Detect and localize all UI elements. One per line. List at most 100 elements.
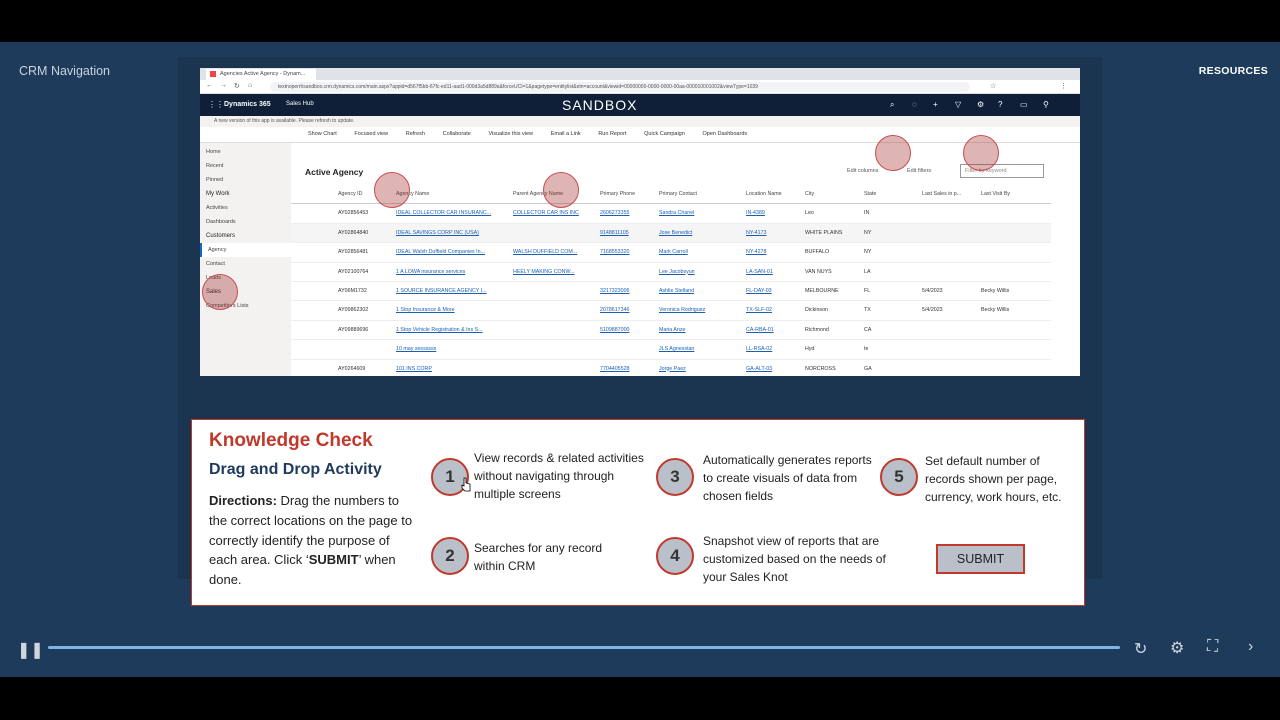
search-icon: ⌕ xyxy=(890,100,895,109)
submit-button[interactable]: SUBMIT xyxy=(936,544,1025,574)
table-cell: 7168553320 xyxy=(600,249,630,256)
dropzone-settings[interactable] xyxy=(963,135,999,171)
grid-column-header: Last Sales in p... xyxy=(922,191,962,197)
reload-icon: ↻ xyxy=(234,83,240,90)
update-notice-text: A new version of this app is available. … xyxy=(214,118,355,124)
table-cell: LL-RSA-02 xyxy=(746,346,773,353)
course-title: CRM Navigation xyxy=(19,64,111,78)
cmd-refresh: Refresh xyxy=(405,131,425,137)
settings-icon[interactable]: ⚙ xyxy=(1170,638,1184,658)
table-cell: AY09889696 xyxy=(338,326,369,333)
table-cell: 1 SOURCE INSURANCE AGENCY I... xyxy=(396,287,487,294)
grid-column-header: City xyxy=(805,191,815,197)
table-cell: FL-DAY-03 xyxy=(746,287,772,294)
table-row: AY0264609 101 INS CORP 7704405528 Jorge Pae… xyxy=(291,360,1051,376)
browser-tab-title: Agencies Active Agency - Dynam... xyxy=(220,71,306,77)
dropzone-search[interactable] xyxy=(875,135,911,171)
profile-icon: ☆ xyxy=(990,83,997,90)
dropzone-visualize[interactable] xyxy=(543,172,579,208)
view-title: Active Agency xyxy=(305,167,364,177)
table-cell: Becky Willis xyxy=(981,287,1010,294)
browser-url: textnoperrhsandbox.crm.dynamics.com/main… xyxy=(270,82,970,92)
description-2: Searches for any record within CRM xyxy=(474,541,603,573)
table-cell: IDEAL COLLECTOR CAR INSURANC... xyxy=(396,210,492,217)
table-cell: COLLECTOR CAR INS INC xyxy=(513,210,579,217)
sidebar-item-dashboards: Dashboards xyxy=(206,219,236,225)
directions-submit-word: SUBMIT xyxy=(308,552,359,568)
cmd-visualize: Visualize this view xyxy=(488,131,534,137)
user-icon: ⚲ xyxy=(1043,100,1049,109)
table-cell: AY02856481 xyxy=(338,249,369,256)
table-cell: te xyxy=(864,346,869,353)
table-cell: 101 INS CORP xyxy=(396,365,432,372)
drag-number-5[interactable]: 5 xyxy=(880,458,918,496)
table-cell: AY02856453 xyxy=(338,210,369,217)
table-row: 10 may sessssss JLS Agnesstan LL-RSA-02 Hyd… xyxy=(291,340,1051,360)
pause-icon[interactable]: ❚❚ xyxy=(17,640,44,660)
drag-number-4[interactable]: 4 xyxy=(656,537,694,575)
table-cell: LA-SAN-01 xyxy=(746,268,773,275)
agency-grid: Agency ID Agency Name Parent Agency Name Pr… xyxy=(291,185,1051,376)
table-cell: Dickinson xyxy=(805,307,828,314)
sidebar-group-my-work: My Work xyxy=(206,191,230,197)
next-icon[interactable]: › xyxy=(1248,638,1253,656)
drag-number-2[interactable]: 2 xyxy=(431,537,469,575)
browser-tab-strip: Agencies Active Agency - Dynam... xyxy=(200,68,1080,80)
table-cell: IN-4389 xyxy=(746,210,765,217)
table-cell: Lee Jacobsyun xyxy=(659,268,695,275)
description-5: Set default number of records shown per … xyxy=(925,454,1062,504)
activity-subtitle: Drag and Drop Activity xyxy=(209,461,382,478)
table-cell: 1 Stop Insurance & More xyxy=(396,307,455,314)
table-cell: AY02864840 xyxy=(338,229,369,236)
grid-column-header: Last Visit By xyxy=(981,191,1011,197)
replay-icon[interactable]: ↻ xyxy=(1134,639,1147,659)
table-cell: AY06M1732 xyxy=(338,287,367,294)
table-cell: 3217323006 xyxy=(600,287,630,294)
table-cell: 5/4/2023 xyxy=(922,287,943,294)
table-cell: AY0264609 xyxy=(338,365,366,372)
fullscreen-icon[interactable]: ⛶ xyxy=(1207,638,1218,656)
sidebar-item-pinned: Pinned xyxy=(206,177,224,183)
table-cell: TX-SLF-02 xyxy=(746,307,772,314)
description-1: View records & related activities withou… xyxy=(474,451,644,501)
course-player: CRM Navigation RESOURCES Agencies Active… xyxy=(0,0,1280,720)
waffle-icon: ⋮⋮ xyxy=(208,100,224,109)
table-cell: 7704405528 xyxy=(600,365,630,372)
command-bar: Show Chart Focused view Refresh Collabor… xyxy=(200,127,1080,143)
table-cell: Veronica Rodriguez xyxy=(659,307,706,314)
table-cell: Jose Benedict xyxy=(659,229,693,236)
resources-button[interactable]: RESOURCES xyxy=(1199,65,1268,77)
lightbulb-icon: ◌ xyxy=(912,100,917,109)
table-cell: NY-4173 xyxy=(746,229,767,236)
table-cell: IDEAL Walsh Duffield Companies In... xyxy=(396,249,486,256)
grid-column-header: Agency Name xyxy=(396,191,430,197)
table-cell: AY02100764 xyxy=(338,268,369,275)
sidebar-item-recent: Recent xyxy=(206,163,224,169)
progress-fill xyxy=(48,646,1120,649)
table-cell: IN xyxy=(864,210,870,217)
table-cell: Maria Anze xyxy=(659,326,686,333)
edit-columns: Edit columns xyxy=(847,168,879,174)
table-cell: HEELY MAKING CONW... xyxy=(513,268,575,275)
dropzone-focused-view[interactable] xyxy=(374,172,410,208)
table-row: AY02856453 IDEAL COLLECTOR CAR INSURANC..… xyxy=(291,204,1051,224)
progress-bar[interactable] xyxy=(48,646,1120,649)
top-letterbox xyxy=(0,0,1280,42)
drag-number-3[interactable]: 3 xyxy=(656,458,694,496)
table-cell: LA xyxy=(864,268,871,275)
table-cell: Mark Carroll xyxy=(659,249,688,256)
table-cell: 5/4/2023 xyxy=(922,307,943,314)
table-cell: 9148811105 xyxy=(600,229,629,236)
table-cell: AY09862302 xyxy=(338,307,369,314)
table-cell: FL xyxy=(864,287,871,294)
browser-menu-icon: ⋮ xyxy=(1060,83,1067,90)
table-cell: 1 A LOWA insurance services xyxy=(396,268,466,275)
dropzone-dashboards[interactable] xyxy=(202,274,238,310)
filter-icon: ▽ xyxy=(955,100,962,109)
cmd-focused-view: Focused view xyxy=(354,131,389,137)
description-4: Snapshot view of reports that are custom… xyxy=(703,534,886,584)
table-cell: CA xyxy=(864,326,872,333)
table-cell: Sandra Chanel xyxy=(659,210,695,217)
browser-tab: Agencies Active Agency - Dynam... xyxy=(206,69,316,80)
directions-label: Directions: xyxy=(209,493,277,508)
